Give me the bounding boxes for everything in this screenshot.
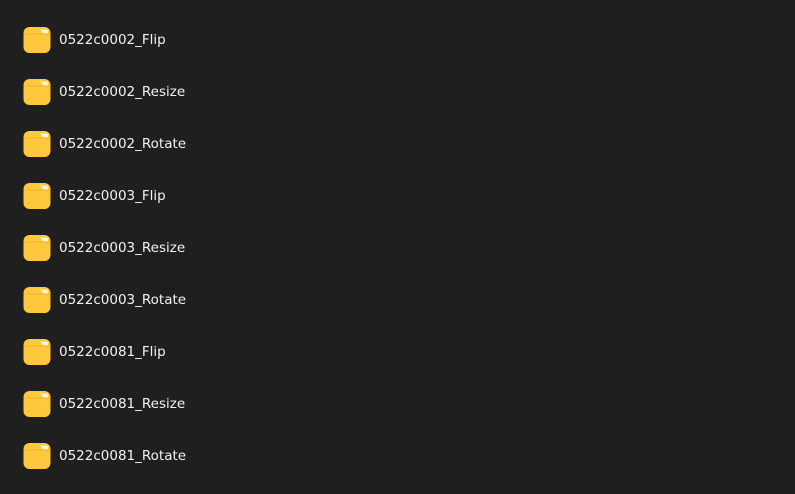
folder-name: 0522c0002_Resize (59, 84, 186, 100)
folder-item[interactable]: 0522c0003_Flip (0, 170, 795, 222)
folder-name: 0522c0081_Flip (59, 344, 166, 360)
folder-name: 0522c0081_Resize (59, 396, 186, 412)
folder-name: 0522c0003_Flip (59, 188, 166, 204)
folder-item[interactable]: 0522c0002_Flip (0, 14, 795, 66)
folder-item[interactable]: 0522c0003_Rotate (0, 274, 795, 326)
folder-icon (23, 234, 51, 262)
folder-name: 0522c0002_Flip (59, 32, 166, 48)
folder-icon (23, 26, 51, 54)
folder-icon (23, 182, 51, 210)
folder-name: 0522c0081_Rotate (59, 448, 187, 464)
folder-item[interactable]: 0522c0002_Rotate (0, 118, 795, 170)
folder-icon (23, 390, 51, 418)
folder-list: 0522c0002_Flip 0522c0002_Resize 0522c000… (0, 14, 795, 482)
folder-icon (23, 286, 51, 314)
folder-item[interactable]: 0522c0081_Resize (0, 378, 795, 430)
folder-icon (23, 442, 51, 470)
folder-item[interactable]: 0522c0081_Rotate (0, 430, 795, 482)
folder-name: 0522c0003_Rotate (59, 292, 187, 308)
folder-item[interactable]: 0522c0081_Flip (0, 326, 795, 378)
folder-name: 0522c0003_Resize (59, 240, 186, 256)
folder-item[interactable]: 0522c0002_Resize (0, 66, 795, 118)
folder-icon (23, 130, 51, 158)
folder-icon (23, 78, 51, 106)
folder-item[interactable]: 0522c0003_Resize (0, 222, 795, 274)
folder-name: 0522c0002_Rotate (59, 136, 187, 152)
folder-icon (23, 338, 51, 366)
